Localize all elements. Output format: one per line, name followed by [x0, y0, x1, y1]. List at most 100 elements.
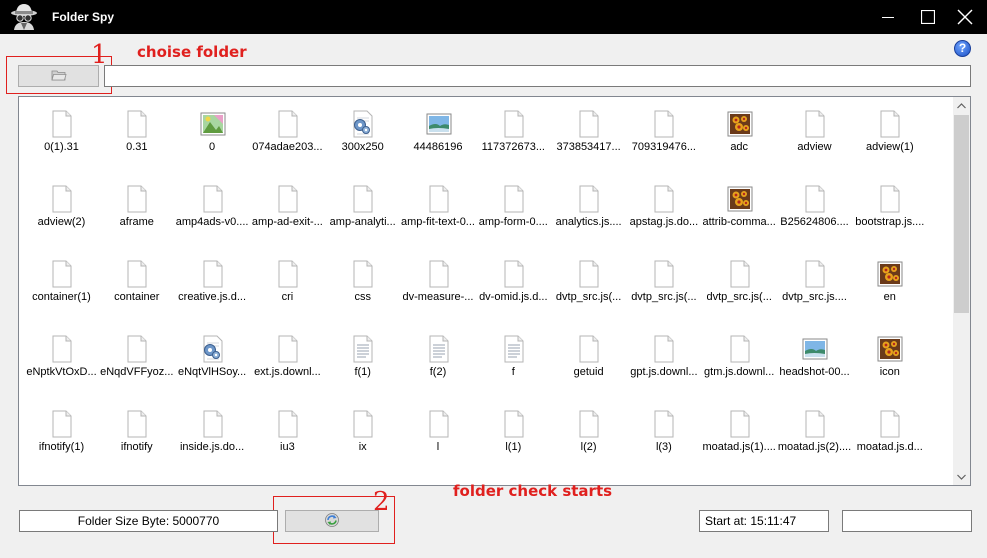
file-item[interactable]: cri: [250, 252, 325, 312]
scroll-down-arrow[interactable]: [953, 468, 970, 485]
file-item[interactable]: amp4ads-v0....: [175, 177, 250, 237]
file-name: eNqtVlHSoy...: [177, 366, 247, 378]
file-name: dv-measure-...: [402, 291, 474, 303]
vertical-scrollbar[interactable]: [953, 97, 970, 485]
file-item[interactable]: f(1): [325, 327, 400, 387]
file-item-partial[interactable]: [325, 477, 400, 485]
file-list-view[interactable]: 0(1).31 0.31 0 074adae203... 300x250 44486196…: [18, 96, 971, 486]
file-item[interactable]: 373853417...: [551, 102, 626, 162]
file-item[interactable]: 074adae203...: [250, 102, 325, 162]
file-item[interactable]: 709319476...: [626, 102, 701, 162]
file-item[interactable]: l(3): [626, 402, 701, 462]
file-item[interactable]: amp-analyti...: [325, 177, 400, 237]
file-icon: [576, 335, 602, 363]
file-item[interactable]: ix: [325, 402, 400, 462]
file-item[interactable]: en: [852, 252, 927, 312]
file-item-partial[interactable]: [852, 477, 927, 485]
file-name: headshot-00...: [779, 366, 850, 378]
file-name: l(2): [580, 441, 597, 453]
file-item[interactable]: amp-form-0....: [476, 177, 551, 237]
file-name: attrib-comma...: [702, 216, 776, 228]
help-icon[interactable]: ?: [954, 40, 971, 57]
start-check-button[interactable]: [285, 510, 379, 532]
file-icon: [877, 410, 903, 438]
file-item[interactable]: 0: [175, 102, 250, 162]
choose-folder-button[interactable]: [18, 65, 99, 87]
scroll-up-arrow[interactable]: [953, 97, 970, 114]
file-item-partial[interactable]: [702, 477, 777, 485]
file-item[interactable]: container: [99, 252, 174, 312]
file-item[interactable]: ifnotify(1): [24, 402, 99, 462]
file-item[interactable]: creative.js.d...: [175, 252, 250, 312]
file-item[interactable]: l(2): [551, 402, 626, 462]
file-item-partial[interactable]: [175, 477, 250, 486]
start-time-field: Start at: 15:11:47: [699, 510, 829, 532]
file-item-partial[interactable]: [99, 477, 174, 485]
file-item[interactable]: 300x250: [325, 102, 400, 162]
file-name: amp-analyti...: [329, 216, 396, 228]
file-item[interactable]: css: [325, 252, 400, 312]
file-item[interactable]: l: [401, 402, 476, 462]
file-icon: [727, 335, 753, 363]
file-icon: [275, 410, 301, 438]
file-item[interactable]: amp-ad-exit-...: [250, 177, 325, 237]
window-title: Folder Spy: [52, 10, 115, 24]
file-item[interactable]: dv-omid.js.d...: [476, 252, 551, 312]
file-icon: [426, 410, 452, 438]
file-item[interactable]: B25624806....: [777, 177, 852, 237]
file-icon: [200, 485, 226, 486]
file-item[interactable]: dvtp_src.js(...: [551, 252, 626, 312]
file-item[interactable]: ifnotify: [99, 402, 174, 462]
file-item[interactable]: l(1): [476, 402, 551, 462]
file-item[interactable]: iu3: [250, 402, 325, 462]
close-button[interactable]: [942, 0, 987, 34]
file-item[interactable]: moatad.js(1)....: [702, 402, 777, 462]
file-item[interactable]: f(2): [401, 327, 476, 387]
scrollbar-thumb[interactable]: [954, 115, 969, 313]
file-icon: [124, 260, 150, 288]
file-name: bootstrap.js....: [855, 216, 925, 228]
title-bar: Folder Spy: [0, 0, 987, 34]
file-item-partial[interactable]: [24, 477, 99, 485]
file-item[interactable]: headshot-00...: [777, 327, 852, 387]
file-item[interactable]: f: [476, 327, 551, 387]
file-name: l(3): [655, 441, 672, 453]
file-item[interactable]: icon: [852, 327, 927, 387]
file-item[interactable]: adc: [702, 102, 777, 162]
file-item[interactable]: amp-fit-text-0...: [401, 177, 476, 237]
annotation-check-starts: folder check starts: [453, 482, 613, 500]
file-item[interactable]: eNqdVFFyoz...: [99, 327, 174, 387]
file-item[interactable]: dvtp_src.js....: [777, 252, 852, 312]
file-item[interactable]: analytics.js....: [551, 177, 626, 237]
file-item[interactable]: eNptkVtOxD...: [24, 327, 99, 387]
file-item[interactable]: 0(1).31: [24, 102, 99, 162]
file-item[interactable]: 44486196: [401, 102, 476, 162]
file-item-partial[interactable]: [250, 477, 325, 485]
file-item[interactable]: apstag.js.do...: [626, 177, 701, 237]
file-item[interactable]: dv-measure-...: [401, 252, 476, 312]
file-item[interactable]: 117372673...: [476, 102, 551, 162]
file-item[interactable]: adview: [777, 102, 852, 162]
file-item[interactable]: dvtp_src.js(...: [702, 252, 777, 312]
file-item-partial[interactable]: [626, 477, 701, 485]
file-item[interactable]: adview(1): [852, 102, 927, 162]
file-item[interactable]: getuid: [551, 327, 626, 387]
file-item[interactable]: moatad.js.d...: [852, 402, 927, 462]
file-item[interactable]: bootstrap.js....: [852, 177, 927, 237]
file-item[interactable]: gpt.js.downl...: [626, 327, 701, 387]
file-item[interactable]: dvtp_src.js(...: [626, 252, 701, 312]
file-item[interactable]: 0.31: [99, 102, 174, 162]
file-name: ifnotify: [120, 441, 153, 453]
file-item[interactable]: eNqtVlHSoy...: [175, 327, 250, 387]
file-item[interactable]: attrib-comma...: [702, 177, 777, 237]
file-item[interactable]: container(1): [24, 252, 99, 312]
file-item[interactable]: ext.js.downl...: [250, 327, 325, 387]
file-item[interactable]: moatad.js(2)....: [777, 402, 852, 462]
file-item[interactable]: inside.js.do...: [175, 402, 250, 462]
file-item[interactable]: adview(2): [24, 177, 99, 237]
file-item[interactable]: gtm.js.downl...: [702, 327, 777, 387]
folder-path-input[interactable]: [104, 65, 971, 87]
file-item-partial[interactable]: [777, 477, 852, 485]
file-item[interactable]: aframe: [99, 177, 174, 237]
file-icon: [877, 110, 903, 138]
